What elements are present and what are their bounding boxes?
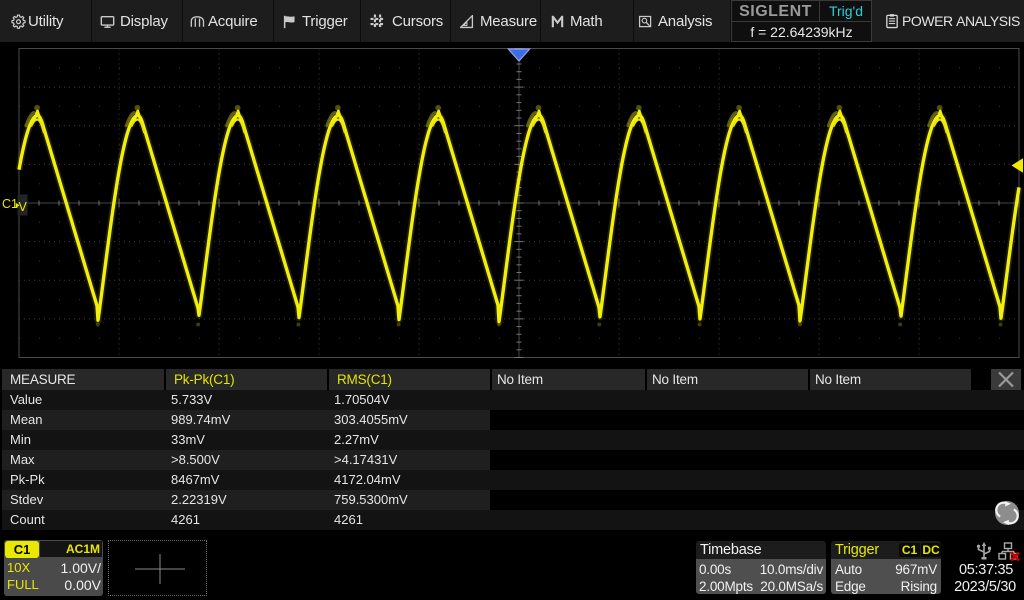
svg-text:C1: C1: [2, 197, 18, 211]
svg-text:V: V: [19, 200, 28, 214]
